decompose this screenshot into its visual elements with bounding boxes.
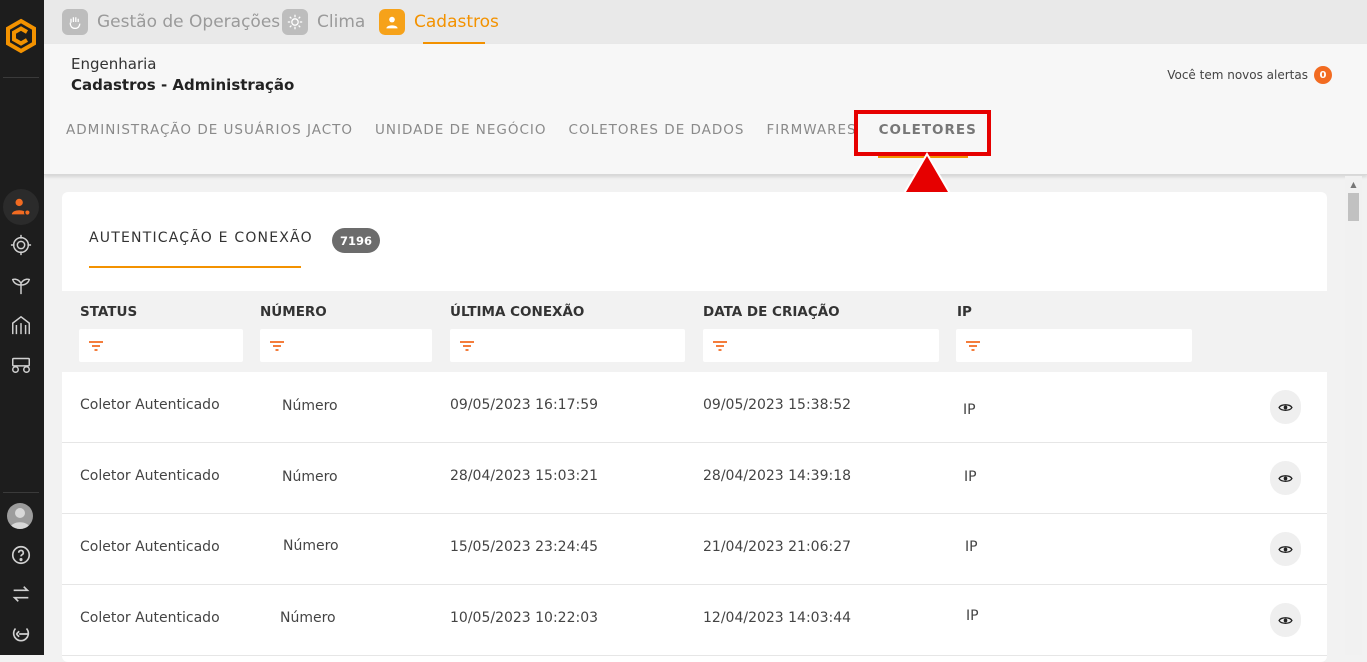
column-header-status[interactable]: STATUS (80, 304, 137, 320)
view-button[interactable] (1270, 390, 1301, 424)
cell-numero: Número (282, 469, 338, 485)
breadcrumb-parent: Engenharia (71, 55, 157, 73)
column-header-ip[interactable]: IP (957, 304, 972, 320)
filter-icon (966, 341, 980, 351)
plant-icon[interactable] (8, 272, 34, 298)
filter-icon (460, 341, 474, 351)
filter-status-input[interactable] (79, 329, 243, 362)
page-title: Cadastros - Administração (71, 76, 295, 94)
table-row[interactable]: Coletor Autenticado Número 09/05/2023 16… (62, 372, 1327, 443)
cell-ultima-conexao: 09/05/2023 16:17:59 (450, 397, 599, 413)
scroll-up-arrow-icon[interactable]: ▲ (1345, 176, 1362, 193)
tab-autenticacao-conexao[interactable]: AUTENTICAÇÃO E CONEXÃO (89, 230, 313, 246)
column-header-data-criacao[interactable]: DATA DE CRIAÇÃO (703, 304, 840, 320)
eye-icon (1278, 474, 1293, 482)
view-button[interactable] (1270, 532, 1301, 566)
alerts-notice[interactable]: Você tem novos alertas 0 (1167, 66, 1332, 84)
count-badge: 7196 (332, 228, 380, 253)
column-header-ultima-conexao[interactable]: ÚLTIMA CONEXÃO (450, 304, 584, 320)
filter-ultima-conexao-input[interactable] (450, 329, 685, 362)
app-tab-gestao-operacoes[interactable]: Gestão de Operações (62, 0, 280, 44)
cell-numero: Número (280, 610, 336, 626)
cell-status: Coletor Autenticado (80, 468, 220, 484)
view-button[interactable] (1270, 461, 1301, 495)
highlight-box (854, 110, 991, 156)
table-header: STATUS NÚMERO ÚLTIMA CONEXÃO DATA DE CRI… (62, 291, 1327, 372)
cell-ultima-conexao: 15/05/2023 23:24:45 (450, 539, 599, 555)
view-button[interactable] (1270, 603, 1301, 637)
cell-ip: IP (963, 402, 976, 418)
filter-icon (270, 341, 284, 351)
sun-icon (282, 9, 308, 35)
silo-icon[interactable] (8, 312, 34, 338)
app-tab-clima[interactable]: Clima (282, 0, 365, 44)
alerts-text: Você tem novos alertas (1167, 68, 1308, 82)
help-icon[interactable] (8, 542, 34, 568)
table-row[interactable]: Coletor Autenticado Número 10/05/2023 10… (62, 585, 1327, 656)
filter-ip-input[interactable] (956, 329, 1192, 362)
user-settings-icon[interactable] (8, 194, 34, 220)
subnav-admin-usuarios[interactable]: ADMINISTRAÇÃO DE USUÁRIOS JACTO (66, 122, 353, 146)
cell-status: Coletor Autenticado (80, 539, 220, 555)
card-tab-underline (89, 266, 301, 268)
cell-data-criacao: 09/05/2023 15:38:52 (703, 397, 852, 413)
jacto-logo-icon[interactable] (3, 18, 39, 54)
app-tabs-bar: Gestão de Operações Clima Cadastros (44, 0, 1367, 44)
table-row[interactable]: Coletor Autenticado Número 28/04/2023 15… (62, 443, 1327, 514)
cell-data-criacao: 28/04/2023 14:39:18 (703, 468, 852, 484)
eye-icon (1278, 403, 1293, 411)
cell-ip: IP (964, 469, 977, 485)
cell-ultima-conexao: 28/04/2023 15:03:21 (450, 468, 599, 484)
cell-data-criacao: 12/04/2023 14:03:44 (703, 610, 852, 626)
vertical-scrollbar[interactable]: ▲ (1345, 176, 1362, 655)
filter-data-criacao-input[interactable] (703, 329, 939, 362)
tractor-icon[interactable] (8, 351, 34, 377)
app-tab-cadastros[interactable]: Cadastros (379, 0, 499, 44)
filter-icon (713, 341, 727, 351)
cell-ultima-conexao: 10/05/2023 10:22:03 (450, 610, 599, 626)
eye-icon (1278, 616, 1293, 624)
page-header: Engenharia Cadastros - Administração Voc… (44, 44, 1367, 175)
app-tab-label: Cadastros (414, 12, 499, 32)
hand-icon (62, 9, 88, 35)
subnav-coletores-dados[interactable]: COLETORES DE DADOS (569, 122, 745, 146)
cell-status: Coletor Autenticado (80, 610, 220, 626)
cell-ip: IP (965, 539, 978, 555)
collectors-card: AUTENTICAÇÃO E CONEXÃO 7196 STATUS NÚMER… (62, 192, 1327, 662)
user-icon (379, 9, 405, 35)
eye-icon (1278, 545, 1293, 553)
filter-icon (89, 341, 103, 351)
app-tab-label: Gestão de Operações (97, 12, 281, 32)
app-tab-label: Clima (317, 12, 366, 32)
alerts-count-badge: 0 (1314, 66, 1332, 84)
cell-numero: Número (282, 398, 338, 414)
sidebar-divider (3, 77, 39, 78)
avatar[interactable] (7, 503, 33, 529)
sidebar-divider (3, 492, 39, 493)
scroll-thumb[interactable] (1348, 193, 1359, 221)
cell-status: Coletor Autenticado (80, 397, 220, 413)
switch-arrows-icon[interactable] (8, 581, 34, 607)
logout-icon[interactable] (8, 621, 34, 647)
cell-ip: IP (966, 608, 979, 624)
subnav-unidade-negocio[interactable]: UNIDADE DE NEGÓCIO (375, 122, 547, 146)
cell-data-criacao: 21/04/2023 21:06:27 (703, 539, 852, 555)
subnav-firmwares[interactable]: FIRMWARES (767, 122, 857, 146)
table-row[interactable]: Coletor Autenticado Número 15/05/2023 23… (62, 514, 1327, 585)
cell-numero: Número (283, 538, 339, 554)
filter-numero-input[interactable] (260, 329, 432, 362)
target-settings-icon[interactable] (8, 232, 34, 258)
column-header-numero[interactable]: NÚMERO (260, 304, 327, 320)
sidebar (0, 0, 44, 655)
